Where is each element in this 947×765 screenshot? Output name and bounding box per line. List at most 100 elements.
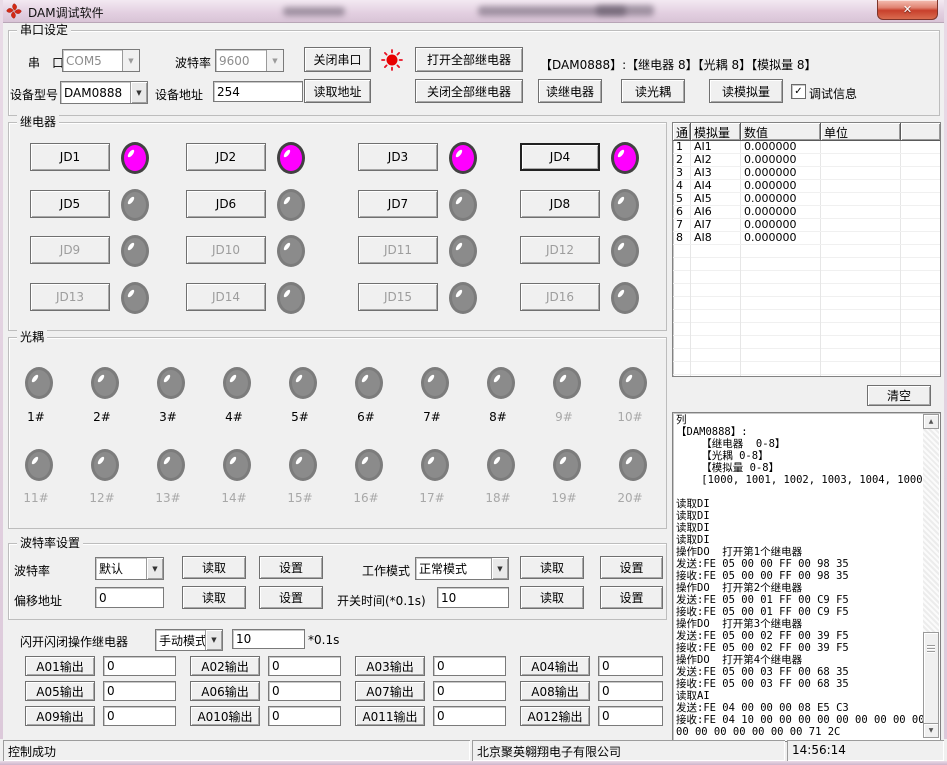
- table-row[interactable]: 7AI70.000000: [673, 219, 940, 232]
- relay-button-jd6[interactable]: JD6: [186, 190, 266, 218]
- ao12-output-input[interactable]: [598, 706, 663, 726]
- flash-mode-select[interactable]: 手动模式 ▼: [155, 629, 223, 651]
- ao9-output-button[interactable]: A09输出: [25, 706, 95, 726]
- read-address-button[interactable]: 读取地址: [304, 79, 371, 103]
- table-row[interactable]: 2AI20.000000: [673, 154, 940, 167]
- relay-button-jd13[interactable]: JD13: [30, 283, 110, 311]
- read-opto-button[interactable]: 读光耦: [621, 79, 685, 103]
- opto-label-4: 4#: [214, 410, 254, 424]
- ao1-output-input[interactable]: [103, 656, 176, 676]
- table-row[interactable]: 4AI40.000000: [673, 180, 940, 193]
- opto-label-16: 16#: [346, 491, 386, 505]
- ao5-output-button[interactable]: A05输出: [25, 681, 95, 701]
- ao4-output-button[interactable]: A04输出: [520, 656, 590, 676]
- relay-button-jd9[interactable]: JD9: [30, 236, 110, 264]
- relay-button-jd5[interactable]: JD5: [30, 190, 110, 218]
- ao7-output-button[interactable]: A07输出: [355, 681, 425, 701]
- ao7-output-input[interactable]: [433, 681, 506, 701]
- opto-label-6: 6#: [346, 410, 386, 424]
- ao8-output-input[interactable]: [598, 681, 663, 701]
- clear-log-button[interactable]: 清空: [867, 385, 931, 406]
- ao11-output-input[interactable]: [433, 706, 506, 726]
- opto-led-16: [355, 449, 383, 481]
- read-relay-button[interactable]: 读继电器: [538, 79, 602, 103]
- scroll-up-button[interactable]: ▲: [923, 414, 939, 429]
- relay-button-jd15[interactable]: JD15: [358, 283, 438, 311]
- ao9-output-input[interactable]: [103, 706, 176, 726]
- relay-led-jd15: [449, 282, 477, 314]
- flash-time-input[interactable]: [232, 629, 305, 649]
- col-header-value[interactable]: 数值: [741, 123, 821, 141]
- table-row[interactable]: 8AI80.000000: [673, 232, 940, 245]
- ao3-output-input[interactable]: [433, 656, 506, 676]
- switch-read-button[interactable]: 读取: [520, 586, 584, 609]
- ao2-output-button[interactable]: A02输出: [190, 656, 260, 676]
- workmode-set-button[interactable]: 设置: [600, 556, 663, 579]
- scroll-up-icon: ▲: [929, 418, 934, 425]
- debug-log-panel[interactable]: 列 【DAM0888】: 【继电器 0-8】 【光耦 0-8】 【模拟量 0-8…: [672, 412, 941, 742]
- app-window: DAM调试软件 ✕ 串口设定 串 口 COM5 ▼ 波特率 9600 ▼ 关闭串…: [0, 0, 947, 765]
- read-analog-button[interactable]: 读模拟量: [709, 79, 783, 103]
- workmode-read-button[interactable]: 读取: [520, 556, 584, 579]
- debug-info-checkbox[interactable]: ✓: [791, 84, 806, 99]
- relay-button-jd2[interactable]: JD2: [186, 143, 266, 171]
- ao6-output-input[interactable]: [268, 681, 341, 701]
- switch-time-input[interactable]: [437, 587, 509, 608]
- col-header-unit[interactable]: 单位: [821, 123, 901, 141]
- baud-select[interactable]: 默认 ▼: [95, 557, 164, 580]
- scrollbar-thumb[interactable]: [923, 632, 939, 724]
- ao3-output-button[interactable]: A03输出: [355, 656, 425, 676]
- baud-read-button[interactable]: 读取: [182, 556, 246, 579]
- relay-button-jd8[interactable]: JD8: [520, 190, 600, 218]
- ao10-output-input[interactable]: [268, 706, 341, 726]
- cell-value: 0.000000: [741, 167, 821, 179]
- relay-button-jd11[interactable]: JD11: [358, 236, 438, 264]
- close-button[interactable]: ✕: [877, 0, 938, 20]
- baud-set-button[interactable]: 设置: [259, 556, 323, 579]
- ao2-output-input[interactable]: [268, 656, 341, 676]
- relay-button-jd10[interactable]: JD10: [186, 236, 266, 264]
- relay-button-jd1[interactable]: JD1: [30, 143, 110, 171]
- ao10-output-button[interactable]: A010输出: [190, 706, 260, 726]
- open-all-relays-button[interactable]: 打开全部继电器: [415, 47, 523, 72]
- relay-button-jd3[interactable]: JD3: [358, 143, 438, 171]
- relay-button-jd14[interactable]: JD14: [186, 283, 266, 311]
- scroll-down-button[interactable]: ▼: [923, 723, 939, 738]
- device-address-input[interactable]: [213, 81, 303, 102]
- table-row[interactable]: 6AI60.000000: [673, 206, 940, 219]
- col-header-analog[interactable]: 模拟量: [691, 123, 741, 141]
- close-all-relays-button[interactable]: 关闭全部继电器: [415, 79, 523, 103]
- cell-unit: [821, 232, 901, 244]
- opto-label-5: 5#: [280, 410, 320, 424]
- cell-value: 0.000000: [741, 232, 821, 244]
- ao11-output-button[interactable]: A011输出: [355, 706, 425, 726]
- table-row[interactable]: 3AI30.000000: [673, 167, 940, 180]
- ao5-output-input[interactable]: [103, 681, 176, 701]
- ao8-output-button[interactable]: A08输出: [520, 681, 590, 701]
- log-scrollbar[interactable]: ▲ ▼: [923, 414, 939, 738]
- offset-input[interactable]: [95, 587, 164, 608]
- port-select[interactable]: COM5 ▼: [62, 49, 140, 72]
- relay-button-jd12[interactable]: JD12: [520, 236, 600, 264]
- col-header-extra[interactable]: [901, 123, 940, 141]
- table-row[interactable]: 5AI50.000000: [673, 193, 940, 206]
- switch-set-button[interactable]: 设置: [600, 586, 663, 609]
- ao6-output-button[interactable]: A06输出: [190, 681, 260, 701]
- relay-button-jd7[interactable]: JD7: [358, 190, 438, 218]
- relay-button-jd16[interactable]: JD16: [520, 283, 600, 311]
- col-header-channel[interactable]: 通: [673, 123, 691, 141]
- offset-read-button[interactable]: 读取: [182, 586, 246, 609]
- relay-button-jd4[interactable]: JD4: [520, 143, 600, 171]
- workmode-select[interactable]: 正常模式 ▼: [415, 557, 509, 580]
- table-row[interactable]: 1AI10.000000: [673, 141, 940, 154]
- close-port-button[interactable]: 关闭串口: [304, 47, 371, 72]
- ao12-output-button[interactable]: A012输出: [520, 706, 590, 726]
- cell-extra: [901, 206, 940, 218]
- window-title: DAM调试软件: [28, 4, 104, 21]
- ao1-output-button[interactable]: A01输出: [25, 656, 95, 676]
- ao4-output-input[interactable]: [598, 656, 663, 676]
- cell-unit: [821, 167, 901, 179]
- offset-set-button[interactable]: 设置: [259, 586, 323, 609]
- device-model-select[interactable]: DAM0888 ▼: [60, 81, 148, 104]
- baudrate-select[interactable]: 9600 ▼: [215, 49, 284, 72]
